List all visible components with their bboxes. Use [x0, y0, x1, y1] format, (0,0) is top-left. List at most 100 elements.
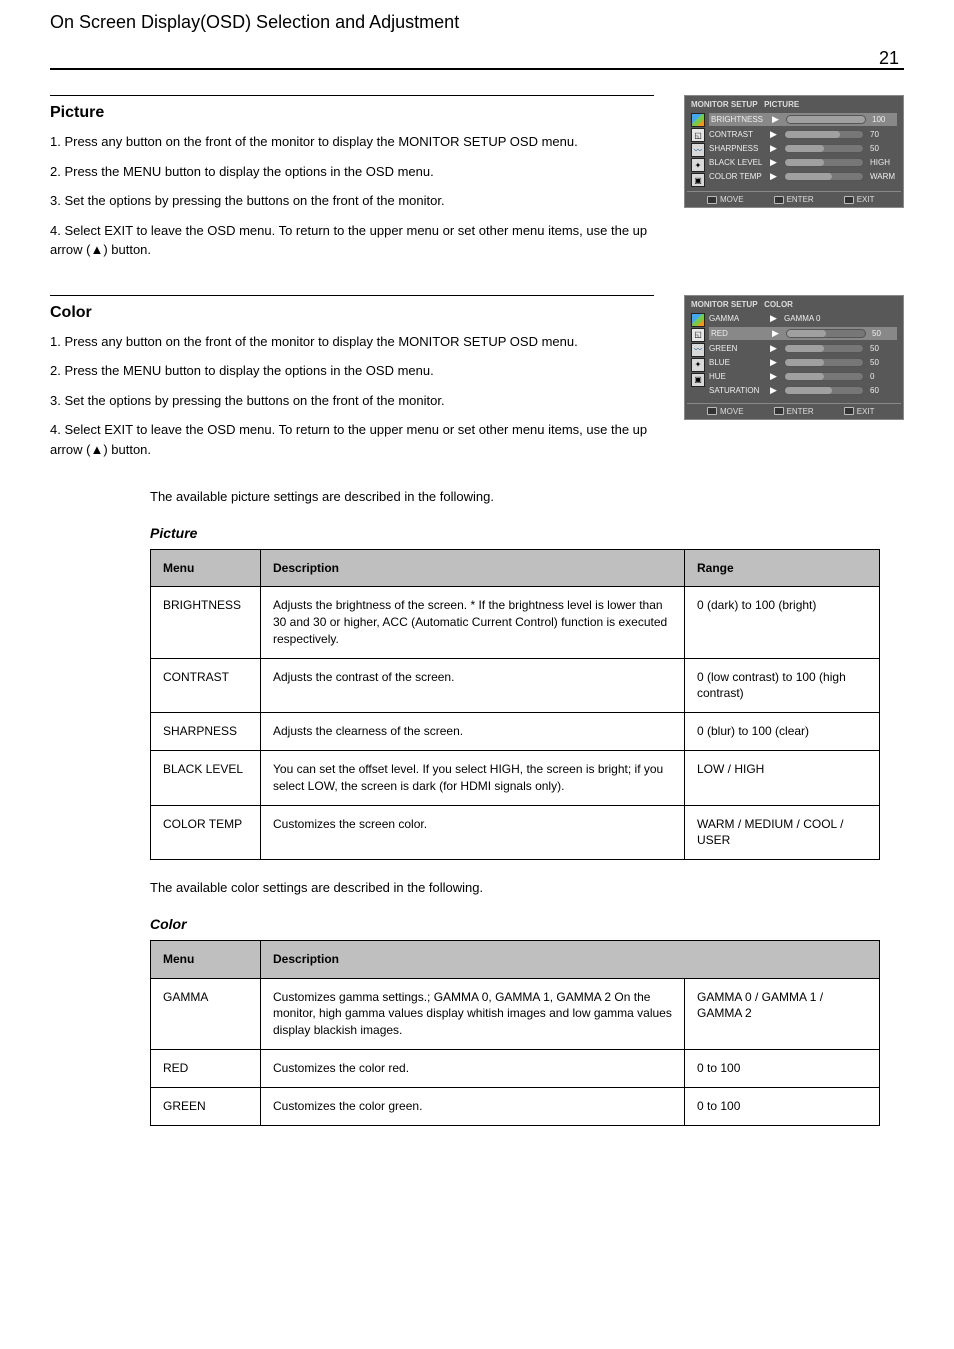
table-picture-settings: Menu Description Range BRIGHTNESSAdjusts… [150, 549, 880, 861]
color-step-3: 3. Set the options by pressing the butto… [50, 391, 654, 411]
table-cell: BRIGHTNESS [151, 587, 261, 658]
table-row: REDCustomizes the color red.0 to 100 [151, 1049, 880, 1087]
tools-icon: ✦ [691, 358, 705, 372]
picture-step-3: 3. Set the options by pressing the butto… [50, 191, 654, 211]
table-cell: CONTRAST [151, 658, 261, 713]
image-icon [691, 113, 705, 127]
triangle-right-icon: ▶ [770, 157, 778, 168]
slider-track [784, 344, 864, 353]
osd-foot-label: EXIT [857, 407, 875, 416]
osd-row-value: 50 [870, 358, 879, 367]
table-row: COLOR TEMPCustomizes the screen color.WA… [151, 805, 880, 860]
osd-foot-label: ENTER [787, 195, 814, 204]
table-row: BRIGHTNESSAdjusts the brightness of the … [151, 587, 880, 658]
osd-row-label: BRIGHTNESS [711, 115, 766, 124]
th-desc: Description [261, 940, 880, 978]
osd-row-label: SATURATION [709, 386, 764, 395]
osd-title: MONITOR SETUP PICTURE [687, 98, 901, 111]
table-row: GREENCustomizes the color green.0 to 100 [151, 1087, 880, 1125]
section-color-title: Color [50, 304, 654, 322]
arrows-icon [707, 407, 717, 415]
osd-row-label: BLUE [709, 358, 764, 367]
table-cell: BLACK LEVEL [151, 751, 261, 806]
osd-thumbnail-color: MONITOR SETUP COLOR ◱ 〰 ✦ ▣ GAMMA▶GAMMA … [684, 295, 904, 420]
table-cell: You can set the offset level. If you sel… [261, 751, 685, 806]
screen-icon: ◱ [691, 328, 705, 342]
osd-row-value: 50 [870, 344, 879, 353]
th-menu: Menu [151, 549, 261, 587]
table-row: GAMMACustomizes gamma settings.; GAMMA 0… [151, 978, 880, 1049]
table-row: BLACK LEVELYou can set the offset level.… [151, 751, 880, 806]
osd-row-label: GREEN [709, 344, 764, 353]
enter-icon [774, 196, 784, 204]
screen-icon: ◱ [691, 128, 705, 142]
exit-icon [844, 196, 854, 204]
feature-picture-label: Picture [150, 525, 880, 541]
osd-row-value: 50 [870, 144, 879, 153]
expand-icon: ▣ [691, 373, 705, 387]
table-cell: GAMMA 0 / GAMMA 1 / GAMMA 2 [685, 978, 880, 1049]
th-range: Range [685, 549, 880, 587]
table-cell: Adjusts the clearness of the screen. [261, 713, 685, 751]
osd-foot-label: MOVE [720, 195, 744, 204]
table-a-intro: The available picture settings are descr… [150, 487, 880, 507]
th-desc: Description [261, 549, 685, 587]
table-cell: 0 (low contrast) to 100 (high contrast) [685, 658, 880, 713]
triangle-right-icon: ▶ [770, 357, 778, 368]
th-menu: Menu [151, 940, 261, 978]
slider-track [784, 144, 864, 153]
osd-row-label: BLACK LEVEL [709, 158, 764, 167]
picture-step-2: 2. Press the MENU button to display the … [50, 162, 654, 182]
osd-row-value: 0 [870, 372, 874, 381]
table-cell: Adjusts the brightness of the screen. * … [261, 587, 685, 658]
wave-icon: 〰 [691, 143, 705, 157]
picture-step-1: 1. Press any button on the front of the … [50, 132, 654, 152]
table-row: SHARPNESSAdjusts the clearness of the sc… [151, 713, 880, 751]
triangle-right-icon: ▶ [770, 313, 778, 324]
expand-icon: ▣ [691, 173, 705, 187]
table-cell: GAMMA [151, 978, 261, 1049]
table-cell: WARM / MEDIUM / COOL / USER [685, 805, 880, 860]
slider-track [786, 329, 866, 338]
page-number: 21 [879, 48, 899, 69]
osd-row-label: HUE [709, 372, 764, 381]
osd-row-label: SHARPNESS [709, 144, 764, 153]
table-b-intro: The available color settings are describ… [150, 878, 880, 898]
table-cell: Customizes gamma settings.; GAMMA 0, GAM… [261, 978, 685, 1049]
osd-foot-label: ENTER [787, 407, 814, 416]
table-cell: Customizes the color green. [261, 1087, 685, 1125]
slider-track [784, 130, 864, 139]
osd-row-value: 50 [872, 329, 881, 338]
triangle-right-icon: ▶ [770, 371, 778, 382]
section-picture: Picture 1. Press any button on the front… [50, 95, 904, 270]
color-step-1: 1. Press any button on the front of the … [50, 332, 654, 352]
arrows-icon [707, 196, 717, 204]
osd-row-value: 100 [872, 115, 885, 124]
osd-thumbnail-picture: MONITOR SETUP PICTURE ◱ 〰 ✦ ▣ BRIGHTNESS… [684, 95, 904, 208]
triangle-right-icon: ▶ [770, 385, 778, 396]
header-rule [50, 68, 904, 70]
color-step-4: 4. Select EXIT to leave the OSD menu. To… [50, 420, 654, 459]
wave-icon: 〰 [691, 343, 705, 357]
color-step-2: 2. Press the MENU button to display the … [50, 361, 654, 381]
slider-track [784, 172, 864, 181]
triangle-right-icon: ▶ [772, 114, 780, 125]
table-cell: 0 to 100 [685, 1087, 880, 1125]
slider-track [786, 115, 866, 124]
table-cell: Customizes the color red. [261, 1049, 685, 1087]
osd-row-label: COLOR TEMP [709, 172, 764, 181]
osd-row-label: CONTRAST [709, 130, 764, 139]
osd-foot-label: EXIT [857, 195, 875, 204]
table-cell: GREEN [151, 1087, 261, 1125]
section-color: Color 1. Press any button on the front o… [50, 295, 904, 470]
triangle-right-icon: ▶ [770, 143, 778, 154]
slider-track [784, 158, 864, 167]
slider-track [784, 372, 864, 381]
osd-row-label: RED [711, 329, 766, 338]
table-cell: Customizes the screen color. [261, 805, 685, 860]
table-cell: 0 (blur) to 100 (clear) [685, 713, 880, 751]
table-cell: RED [151, 1049, 261, 1087]
table-cell: LOW / HIGH [685, 751, 880, 806]
table-cell: 0 to 100 [685, 1049, 880, 1087]
osd-row-value: WARM [870, 172, 895, 181]
